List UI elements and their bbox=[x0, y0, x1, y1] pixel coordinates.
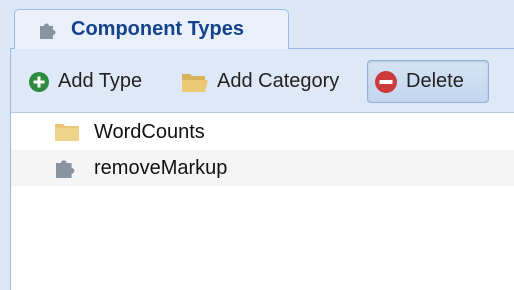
component-types-panel: Add Type Add Category Delete WordCounts … bbox=[10, 48, 514, 290]
tree-item-label: WordCounts bbox=[94, 120, 205, 143]
tree-item-label: removeMarkup bbox=[94, 156, 228, 179]
toolbar: Add Type Add Category Delete bbox=[11, 49, 514, 113]
add-circle-icon bbox=[28, 71, 50, 93]
tree-item-wordcounts[interactable]: WordCounts bbox=[11, 114, 514, 150]
add-type-button[interactable]: Add Type bbox=[21, 60, 169, 103]
puzzle-icon bbox=[37, 19, 59, 41]
add-type-label: Add Type bbox=[58, 70, 143, 92]
remove-circle-icon bbox=[374, 70, 398, 94]
delete-button[interactable]: Delete bbox=[367, 60, 489, 103]
delete-label: Delete bbox=[406, 70, 464, 92]
tab-title: Component Types bbox=[71, 18, 244, 40]
add-category-label: Add Category bbox=[217, 70, 340, 92]
component-tree: WordCounts removeMarkup bbox=[11, 114, 514, 186]
tab-component-types[interactable]: Component Types bbox=[14, 9, 289, 49]
folder-open-icon bbox=[181, 71, 209, 93]
puzzle-icon bbox=[54, 157, 80, 179]
add-category-button[interactable]: Add Category bbox=[174, 60, 364, 103]
tree-item-removemarkup[interactable]: removeMarkup bbox=[11, 150, 514, 186]
folder-icon bbox=[54, 121, 80, 143]
